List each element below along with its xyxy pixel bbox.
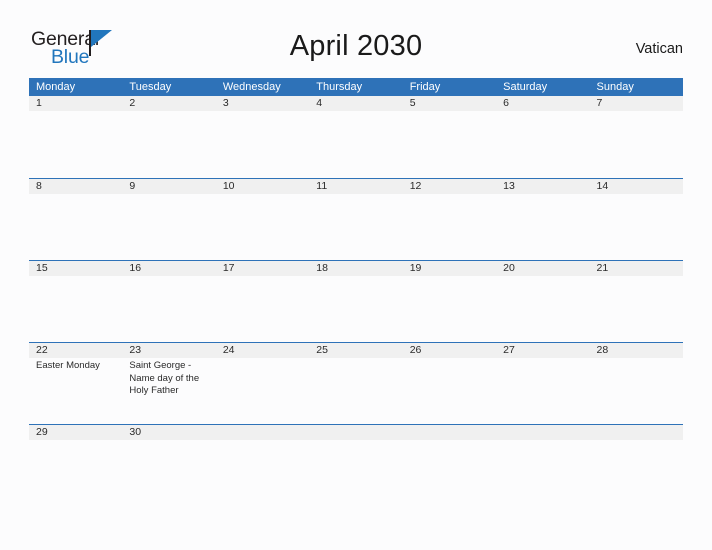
- day-number[interactable]: 8: [29, 179, 122, 194]
- day-event: [122, 194, 215, 260]
- day-event: [496, 440, 589, 443]
- day-event: [590, 358, 683, 424]
- weekday-header-thursday: Thursday: [316, 81, 363, 93]
- day-event: [309, 276, 402, 342]
- day-event: [496, 276, 589, 342]
- day-number[interactable]: 20: [496, 261, 589, 276]
- week-event-band: [29, 194, 683, 260]
- day-number: [590, 425, 683, 440]
- calendar-table: Monday Tuesday Wednesday Thursday Friday…: [29, 78, 683, 443]
- calendar-page: General Blue April 2030 Vatican Monday T…: [0, 0, 712, 550]
- day-number[interactable]: 10: [216, 179, 309, 194]
- country-label: Vatican: [635, 41, 683, 57]
- day-event: [216, 358, 309, 424]
- day-event: [29, 194, 122, 260]
- week-event-band: [29, 440, 683, 443]
- day-event: [29, 111, 122, 178]
- calendar-week-row: 8 9 10 11 12 13 14: [29, 178, 683, 260]
- day-number[interactable]: 17: [216, 261, 309, 276]
- day-event: [309, 440, 402, 443]
- day-number[interactable]: 5: [403, 96, 496, 111]
- weekday-header-row: Monday Tuesday Wednesday Thursday Friday…: [29, 78, 683, 96]
- day-event: [309, 358, 402, 424]
- day-event: [496, 194, 589, 260]
- day-number: [403, 425, 496, 440]
- page-header: General Blue April 2030 Vatican: [0, 0, 712, 78]
- weekday-header-monday: Monday: [36, 81, 76, 93]
- day-event: [590, 111, 683, 178]
- day-number[interactable]: 25: [309, 343, 402, 358]
- day-number[interactable]: 14: [590, 179, 683, 194]
- day-event: [496, 111, 589, 178]
- day-number: [216, 425, 309, 440]
- day-event: Saint George - Name day of the Holy Fath…: [129, 360, 200, 397]
- weekday-header-saturday: Saturday: [503, 81, 548, 93]
- weekday-header-friday: Friday: [409, 81, 441, 93]
- day-event: [590, 440, 683, 443]
- day-number[interactable]: 24: [216, 343, 309, 358]
- day-event: [122, 276, 215, 342]
- day-event: [216, 440, 309, 443]
- day-number[interactable]: 6: [496, 96, 589, 111]
- day-number: [496, 425, 589, 440]
- day-number[interactable]: 12: [403, 179, 496, 194]
- day-event: [29, 440, 122, 443]
- day-number[interactable]: 22: [29, 343, 122, 358]
- day-number[interactable]: 2: [122, 96, 215, 111]
- day-event: [590, 194, 683, 260]
- day-event: [216, 111, 309, 178]
- day-number[interactable]: 15: [29, 261, 122, 276]
- day-number[interactable]: 26: [403, 343, 496, 358]
- week-date-band: 1 2 3 4 5 6 7: [29, 96, 683, 111]
- day-event: [216, 194, 309, 260]
- calendar-week-row: 22 23 24 25 26 27 28 Easter Monday Saint…: [29, 342, 683, 424]
- week-event-band: [29, 276, 683, 342]
- day-event: [496, 358, 589, 424]
- day-number[interactable]: 23: [122, 343, 215, 358]
- week-event-band: Easter Monday Saint George - Name day of…: [29, 358, 683, 424]
- calendar-week-row: 15 16 17 18 19 20 21: [29, 260, 683, 342]
- day-number[interactable]: 19: [403, 261, 496, 276]
- day-event: [590, 276, 683, 342]
- day-event: [216, 276, 309, 342]
- day-number[interactable]: 7: [590, 96, 683, 111]
- day-event: [309, 111, 402, 178]
- day-number[interactable]: 30: [122, 425, 215, 440]
- week-date-band: 8 9 10 11 12 13 14: [29, 179, 683, 194]
- day-number[interactable]: 11: [309, 179, 402, 194]
- page-title: April 2030: [289, 30, 423, 62]
- day-number[interactable]: 29: [29, 425, 122, 440]
- day-event: Easter Monday: [36, 360, 100, 371]
- weekday-header-sunday: Sunday: [596, 81, 634, 93]
- day-event: [309, 194, 402, 260]
- day-event: [122, 440, 215, 443]
- weekday-header-wednesday: Wednesday: [222, 81, 281, 93]
- calendar-week-row: 29 30: [29, 424, 683, 443]
- day-number[interactable]: 28: [590, 343, 683, 358]
- day-number[interactable]: 9: [122, 179, 215, 194]
- day-number[interactable]: 18: [309, 261, 402, 276]
- day-number[interactable]: 4: [309, 96, 402, 111]
- day-event: [122, 111, 215, 178]
- day-event: [403, 194, 496, 260]
- week-event-band: [29, 111, 683, 178]
- day-number[interactable]: 1: [29, 96, 122, 111]
- day-event: [29, 276, 122, 342]
- day-number[interactable]: 27: [496, 343, 589, 358]
- day-event: [403, 111, 496, 178]
- week-date-band: 29 30: [29, 425, 683, 440]
- week-date-band: 15 16 17 18 19 20 21: [29, 261, 683, 276]
- day-number[interactable]: 13: [496, 179, 589, 194]
- day-number[interactable]: 16: [122, 261, 215, 276]
- day-event: [403, 440, 496, 443]
- week-date-band: 22 23 24 25 26 27 28: [29, 343, 683, 358]
- day-number: [309, 425, 402, 440]
- calendar-week-row: 1 2 3 4 5 6 7: [29, 96, 683, 178]
- day-number[interactable]: 3: [216, 96, 309, 111]
- weekday-header-tuesday: Tuesday: [129, 81, 172, 93]
- day-event: [403, 358, 496, 424]
- day-number[interactable]: 21: [590, 261, 683, 276]
- day-event: [403, 276, 496, 342]
